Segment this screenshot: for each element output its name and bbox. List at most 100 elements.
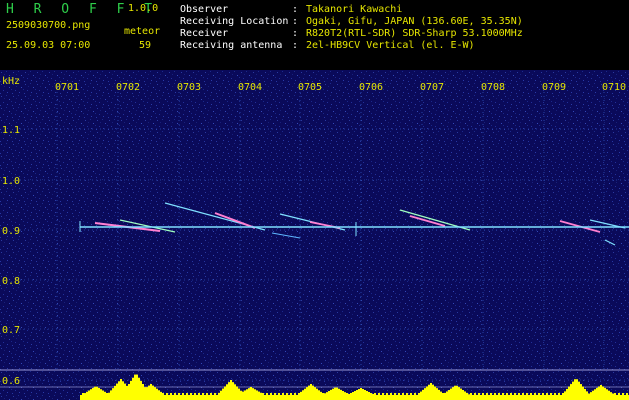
activity-column bbox=[154, 387, 156, 400]
activity-column bbox=[542, 393, 544, 400]
activity-column bbox=[384, 395, 386, 400]
activity-column bbox=[146, 387, 148, 400]
activity-column bbox=[388, 395, 390, 400]
activity-column bbox=[372, 394, 374, 400]
activity-column bbox=[334, 387, 336, 400]
activity-column bbox=[490, 393, 492, 400]
activity-column bbox=[442, 393, 444, 400]
activity-column bbox=[116, 383, 118, 400]
activity-column bbox=[144, 387, 146, 400]
activity-column bbox=[358, 389, 360, 400]
activity-column bbox=[526, 393, 528, 400]
activity-column bbox=[322, 393, 324, 400]
info-key: Receiving Location bbox=[180, 16, 289, 27]
info-row-location: Receiving Location: Ogaki, Gifu, JAPAN (1… bbox=[180, 16, 523, 27]
activity-column bbox=[82, 393, 84, 400]
activity-column bbox=[616, 395, 618, 400]
header-panel: H R O F F T 1.0.0 2509030700.png 25.09.0… bbox=[0, 0, 629, 70]
activity-column bbox=[134, 374, 136, 400]
activity-column bbox=[226, 384, 228, 400]
activity-column bbox=[404, 395, 406, 400]
activity-column bbox=[532, 395, 534, 400]
activity-column bbox=[518, 393, 520, 400]
activity-column bbox=[106, 393, 108, 400]
activity-column bbox=[496, 395, 498, 400]
activity-column bbox=[368, 392, 370, 400]
activity-column bbox=[504, 395, 506, 400]
activity-column bbox=[562, 393, 564, 400]
activity-column bbox=[156, 388, 158, 400]
activity-column bbox=[122, 381, 124, 400]
activity-column bbox=[568, 386, 570, 400]
activity-column bbox=[216, 395, 218, 400]
x-tick-label: 0708 bbox=[481, 82, 505, 93]
activity-column bbox=[98, 387, 100, 400]
activity-column bbox=[80, 395, 82, 400]
activity-column bbox=[278, 393, 280, 400]
y-unit-label: kHz bbox=[2, 76, 20, 87]
activity-column bbox=[396, 395, 398, 400]
activity-column bbox=[290, 393, 292, 400]
activity-column bbox=[584, 388, 586, 400]
activity-column bbox=[570, 384, 572, 400]
activity-column bbox=[382, 393, 384, 400]
activity-column bbox=[90, 389, 92, 400]
x-tick-label: 0707 bbox=[420, 82, 444, 93]
activity-column bbox=[454, 385, 456, 400]
activity-column bbox=[416, 395, 418, 400]
activity-column bbox=[274, 393, 276, 400]
activity-column bbox=[168, 395, 170, 400]
activity-column bbox=[402, 393, 404, 400]
activity-column bbox=[352, 392, 354, 400]
activity-column bbox=[218, 392, 220, 400]
activity-column bbox=[450, 388, 452, 400]
activity-column bbox=[446, 391, 448, 400]
activity-column bbox=[556, 395, 558, 400]
activity-column bbox=[94, 386, 96, 400]
activity-column bbox=[428, 384, 430, 400]
activity-column bbox=[340, 389, 342, 400]
activity-column bbox=[508, 395, 510, 400]
activity-column bbox=[580, 384, 582, 400]
activity-column bbox=[558, 393, 560, 400]
activity-column bbox=[312, 385, 314, 400]
activity-column bbox=[350, 393, 352, 400]
activity-column bbox=[376, 395, 378, 400]
activity-column bbox=[132, 377, 134, 400]
activity-column bbox=[480, 395, 482, 400]
x-tick-label: 0704 bbox=[238, 82, 262, 93]
activity-column bbox=[316, 388, 318, 400]
activity-column bbox=[534, 393, 536, 400]
activity-column bbox=[184, 395, 186, 400]
activity-column bbox=[320, 391, 322, 400]
activity-column bbox=[544, 395, 546, 400]
activity-column bbox=[486, 393, 488, 400]
activity-column bbox=[230, 380, 232, 400]
activity-column bbox=[360, 388, 362, 400]
activity-column bbox=[590, 392, 592, 400]
activity-column bbox=[356, 390, 358, 400]
activity-column bbox=[208, 395, 210, 400]
activity-column bbox=[386, 393, 388, 400]
activity-column bbox=[270, 393, 272, 400]
activity-column bbox=[512, 395, 514, 400]
activity-column bbox=[612, 393, 614, 400]
x-tick-label: 0710 bbox=[602, 82, 626, 93]
activity-column bbox=[576, 379, 578, 400]
activity-column bbox=[344, 392, 346, 400]
activity-column bbox=[200, 395, 202, 400]
activity-column bbox=[142, 384, 144, 400]
info-key: Receiving antenna bbox=[180, 40, 283, 51]
info-row-receiver: Receiver: R820T2(RTL-SDR) SDR-Sharp 53.10… bbox=[180, 28, 523, 39]
activity-column bbox=[536, 395, 538, 400]
activity-column bbox=[598, 386, 600, 400]
activity-column bbox=[444, 392, 446, 400]
activity-column bbox=[522, 393, 524, 400]
info-value: Ogaki, Gifu, JAPAN (136.60E, 35.35N) bbox=[306, 16, 523, 27]
activity-column bbox=[378, 393, 380, 400]
activity-column bbox=[256, 390, 258, 400]
activity-column bbox=[180, 395, 182, 400]
activity-column bbox=[96, 386, 98, 400]
activity-column bbox=[464, 391, 466, 400]
activity-column bbox=[118, 381, 120, 400]
